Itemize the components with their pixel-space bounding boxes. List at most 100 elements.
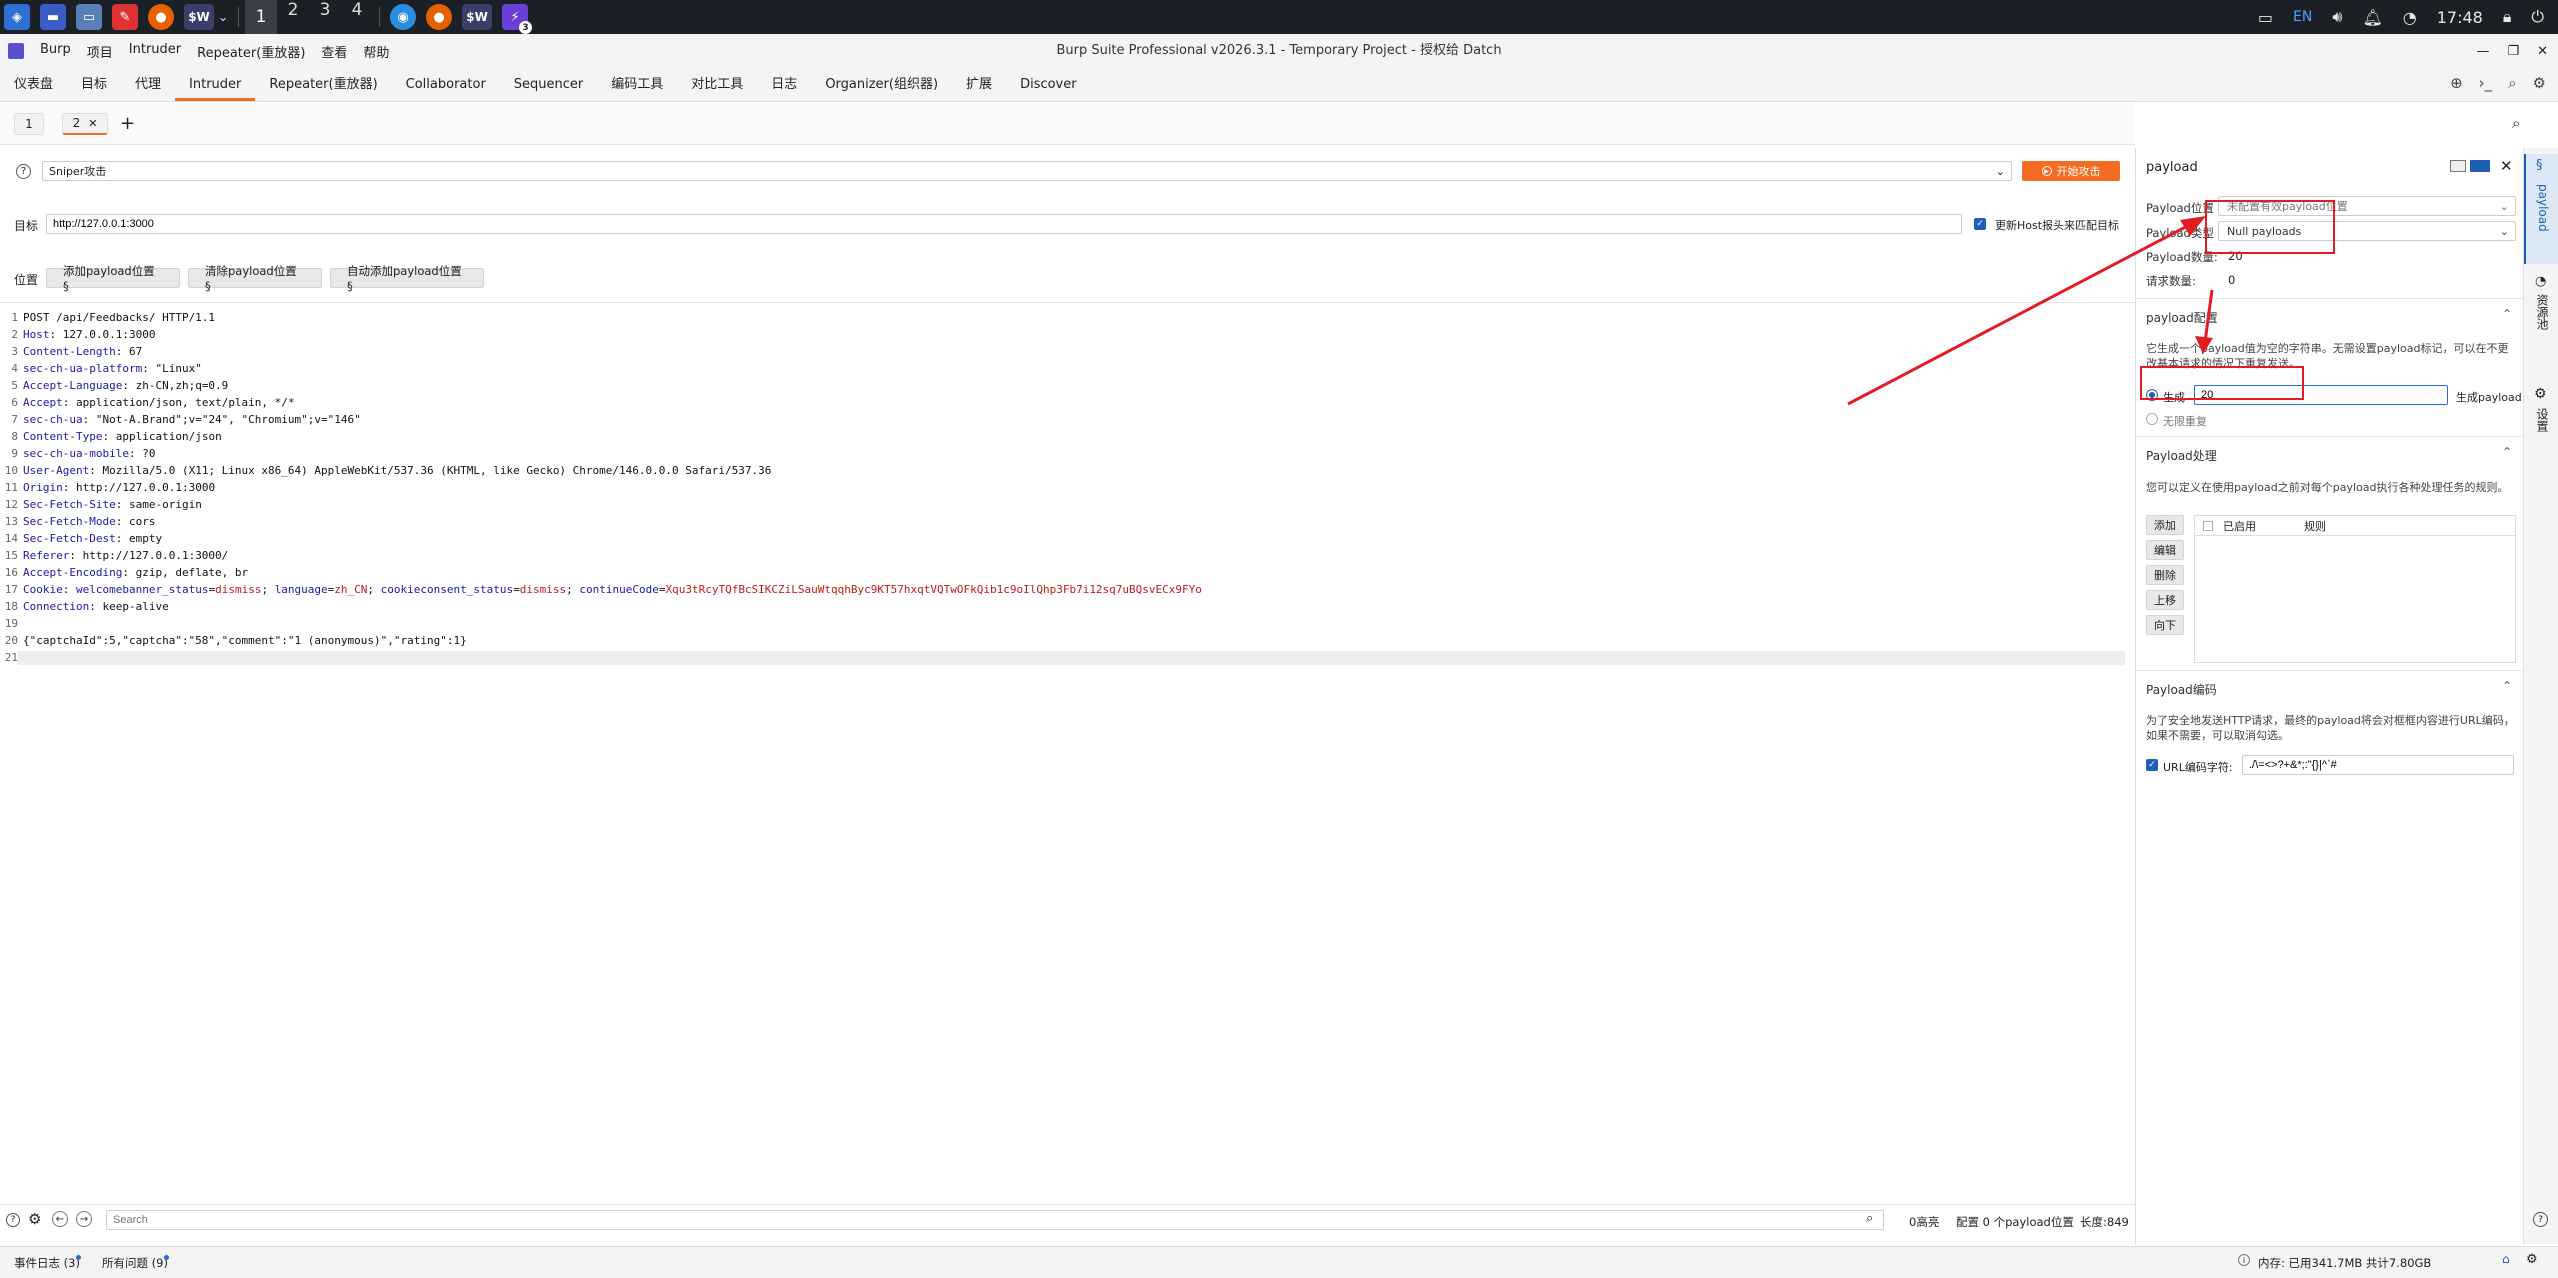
request-line[interactable]: POST /api/Feedbacks/ HTTP/1.1 [23,311,215,324]
select-all-checkbox[interactable] [2203,520,2213,531]
tab-3[interactable]: Intruder [175,67,256,101]
menu-item[interactable]: 帮助 [363,42,389,61]
tab-12[interactable]: Discover [1006,67,1091,101]
close-icon[interactable]: ✕ [88,117,97,130]
request-line[interactable]: Sec-Fetch-Dest: empty [23,532,162,545]
menu-item[interactable]: Intruder [129,42,181,61]
tab-9[interactable]: 日志 [757,67,811,101]
menu-item[interactable]: 项目 [87,42,113,61]
search-icon[interactable]: ⌕ [2512,114,2520,132]
processing-button-1[interactable]: 编辑 [2146,540,2184,560]
workspace-2[interactable]: 2 [277,0,309,34]
side-tab-settings[interactable]: 设置 [2534,408,2551,432]
clock-time[interactable]: 17:48 [2437,8,2483,27]
tab-2[interactable]: 代理 [121,67,175,101]
tab-1[interactable]: 目标 [67,67,121,101]
request-line[interactable]: sec-ch-ua: "Not-A.Brand";v="24", "Chromi… [23,413,361,426]
collapse-icon[interactable]: ⌃ [2502,679,2512,693]
tab-7[interactable]: 编码工具 [597,67,677,101]
request-line[interactable]: Content-Type: application/json [23,430,222,443]
workspace-4[interactable]: 4 [341,0,373,34]
add-payload-position-button[interactable]: 添加payload位置 § [46,264,180,293]
gear-icon[interactable]: ⚙ [2526,1252,2538,1267]
request-line[interactable]: Content-Length: 67 [23,345,142,358]
help-icon[interactable]: ? [6,1213,20,1227]
auto-payload-position-button[interactable]: 自动添加payload位置 § [330,264,484,293]
side-tab-payload[interactable]: § payload [2524,154,2558,264]
chrome-icon[interactable]: ◉ [390,4,417,30]
help-icon[interactable]: ? [2533,1212,2548,1227]
request-editor[interactable]: 1 POST /api/Feedbacks/ HTTP/1.1 2 Host: 127… [0,302,2135,1194]
request-line[interactable]: sec-ch-ua-mobile: ?0 [23,447,155,460]
request-line[interactable]: {"captchaId":5,"captcha":"58","comment":… [23,634,467,647]
workspace-3[interactable]: 3 [309,0,341,34]
tab-5[interactable]: Collaborator [392,67,500,101]
url-encode-checkbox[interactable]: ✓ [2146,759,2158,771]
power-icon[interactable]: ⏻ [2531,7,2544,27]
firefox-icon[interactable]: ● [148,4,174,30]
forward-icon[interactable]: → [76,1211,92,1227]
infinite-radio[interactable] [2146,413,2158,425]
search-icon[interactable]: ⌕ [1866,1211,1873,1226]
back-icon[interactable]: ← [52,1211,68,1227]
processing-rules-table[interactable]: 已启用 规则 [2194,515,2516,663]
app-icon[interactable]: $W [462,4,493,30]
request-line[interactable]: Referer: http://127.0.0.1:3000/ [23,549,228,562]
gear-icon[interactable]: ⚙ [28,1210,41,1228]
tab-6[interactable]: Sequencer [500,67,597,101]
menu-item[interactable]: 查看 [321,42,347,61]
request-line[interactable]: Sec-Fetch-Mode: cors [23,515,155,528]
editor-icon[interactable]: ✎ [112,4,138,30]
request-line[interactable]: Accept-Language: zh-CN,zh;q=0.9 [23,379,228,392]
subtab-2[interactable]: 2 ✕ [62,112,108,135]
menu-item[interactable]: Repeater(重放器) [197,42,305,61]
screen-icon[interactable]: ▭ [2258,8,2273,27]
workspace-1[interactable]: 1 [245,0,278,34]
processing-button-2[interactable]: 删除 [2146,565,2184,585]
layout-toggle-icon[interactable] [2450,160,2466,172]
language-indicator[interactable]: EN [2293,9,2312,25]
url-encode-chars-input[interactable] [2242,755,2514,775]
update-host-checkbox[interactable]: ✓ [1974,218,1986,230]
tab-10[interactable]: Organizer(组织器) [811,67,952,101]
request-line[interactable]: Host: 127.0.0.1:3000 [23,328,155,341]
close-icon[interactable]: ✕ [2500,157,2513,175]
tab-4[interactable]: Repeater(重放器) [255,67,391,101]
add-tab-icon[interactable]: + [120,113,135,134]
processing-button-4[interactable]: 向下 [2146,615,2184,635]
request-line[interactable]: Accept-Encoding: gzip, deflate, br [23,566,248,579]
request-line[interactable]: Accept: application/json, text/plain, */… [23,396,295,409]
close-icon[interactable]: ✕ [2537,44,2548,59]
processing-button-0[interactable]: 添加 [2146,515,2184,535]
gear-icon[interactable]: ⚙ [2534,386,2547,402]
tab-8[interactable]: 对比工具 [677,67,757,101]
gear-icon[interactable]: ⚙ [2533,74,2546,92]
launcher-icon[interactable]: ◈ [4,4,30,30]
request-line[interactable]: Cookie: welcomebanner_status=dismiss; la… [23,583,1202,596]
processing-button-3[interactable]: 上移 [2146,590,2184,610]
firefox-icon[interactable]: ● [426,4,453,30]
files-icon[interactable]: ▭ [76,4,102,30]
request-line[interactable]: Sec-Fetch-Site: same-origin [23,498,202,511]
collapse-icon[interactable]: ⌃ [2502,307,2512,321]
side-tab-resource-pool[interactable]: 资源池 [2534,294,2551,330]
subtab-1[interactable]: 1 [14,112,44,135]
request-line[interactable]: Origin: http://127.0.0.1:3000 [23,481,215,494]
desktop-icon[interactable]: ▬ [40,4,66,30]
search-icon[interactable]: ⌕ [2508,74,2516,92]
app-icon[interactable]: $W [184,4,214,30]
column-rule[interactable]: 规则 [2304,518,2326,534]
attack-type-select[interactable]: Sniper攻击 ⌄ [42,161,2012,181]
tab-0[interactable]: 仪表盘 [0,67,67,101]
lock-icon[interactable]: 🔒︎ [2503,7,2512,27]
volume-icon[interactable]: 🔊︎ [2332,7,2342,27]
request-line[interactable]: User-Agent: Mozilla/5.0 (X11; Linux x86_… [23,464,771,477]
menu-item[interactable]: Burp [40,42,71,61]
bell-icon[interactable]: 🔔︎ [2362,8,2382,27]
event-log-link[interactable]: 事件日志 (3) [14,1255,80,1271]
target-url-input[interactable] [46,214,1962,234]
burp-icon[interactable]: ⚡ 3 [502,4,533,34]
issues-link[interactable]: 所有问题 (9) [102,1255,168,1271]
layout-toggle-icon[interactable] [2470,160,2490,172]
collapse-icon[interactable]: ⌃ [2502,445,2512,459]
